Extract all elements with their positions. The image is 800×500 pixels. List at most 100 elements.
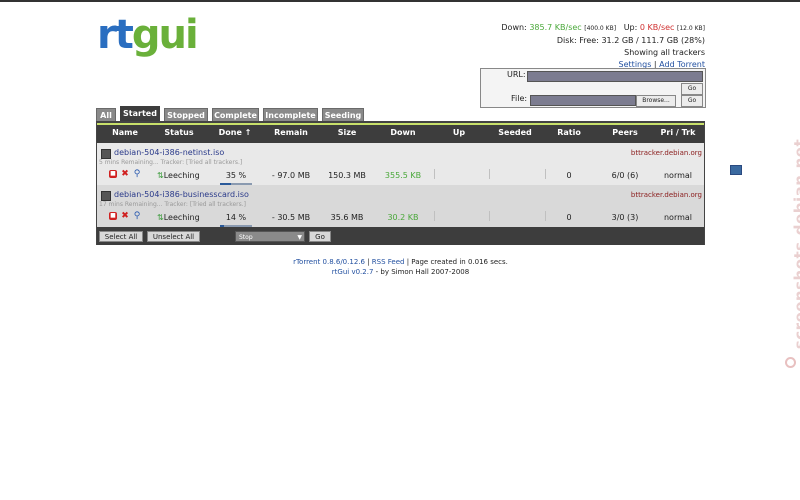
priority-cell[interactable]: normal [653,213,703,222]
status-text: Leeching [163,213,200,222]
speed-line: Down: 385.7 KB/sec [400.0 KB] Up: 0 KB/s… [501,22,705,35]
transfer-stats: Down: 385.7 KB/sec [400.0 KB] Up: 0 KB/s… [501,22,705,71]
remain-cell: - 30.5 MB [271,213,311,222]
add-torrent-panel: URL: Go File: Browse... Go [480,68,706,108]
col-name[interactable]: Name [103,128,147,137]
time-remaining: 5 mins Remaining... Tracker: [Tried all … [99,159,243,166]
browse-button[interactable]: Browse... [636,95,676,107]
col-seeded[interactable]: Seeded [493,128,537,137]
tracker-filter-status: Showing all trackers [624,48,705,57]
row-checkbox[interactable] [101,191,111,201]
cell-divider [545,169,546,179]
stop-icon[interactable]: ■ [109,170,117,178]
transfer-arrows-icon: ⇅ [157,171,164,180]
tab-complete[interactable]: Complete [212,108,259,122]
file-go-button[interactable]: Go [681,95,703,107]
stop-icon[interactable]: ■ [109,212,117,220]
url-label: URL: [507,70,526,79]
up-speed: 0 KB/sec [639,23,675,32]
up-label: Up: [623,23,638,32]
url-go-button[interactable]: Go [681,83,703,95]
delete-icon[interactable]: ✖ [121,212,129,221]
down-cell: 30.2 KB [387,213,419,222]
disk-usage: Disk: Free: 31.2 GB / 111.7 GB (28%) [556,36,705,45]
size-cell: 150.3 MB [328,171,366,180]
tab-seeding[interactable]: Seeding [322,108,364,122]
page-created-text: | Page created in 0.016 secs. [406,258,508,266]
details-icon[interactable]: ⚲ [133,212,141,221]
unselect-all-button[interactable]: Unselect All [147,231,200,242]
col-done[interactable]: Done ↑ [213,128,257,137]
rtgui-version-link[interactable]: rtGui v0.2.7 [332,268,374,276]
logo-part-rt: rt [97,12,134,58]
select-all-button[interactable]: Select All [99,231,143,242]
tab-all[interactable]: All [96,108,116,122]
tracker-link[interactable]: bttracker.debian.org [631,149,702,157]
up-limit[interactable]: [12.0 KB] [677,25,705,32]
file-input[interactable] [530,95,636,106]
col-up[interactable]: Up [437,128,481,137]
cell-divider [489,211,490,221]
tab-started[interactable]: Started [120,106,160,122]
status-text: Leeching [163,171,200,180]
ratio-cell: 0 [566,213,572,222]
col-ratio[interactable]: Ratio [547,128,591,137]
col-status[interactable]: Status [157,128,201,137]
bulk-action-bar: Select All Unselect All Stop ▼ Go [97,227,704,245]
delete-icon[interactable]: ✖ [121,170,129,179]
cell-divider [489,169,490,179]
table-header: Name Status Done ↑ Remain Size Down Up S… [97,123,704,143]
remain-cell: - 97.0 MB [271,171,311,180]
rtgui-logo[interactable]: rtgui [97,12,199,58]
ratio-cell: 0 [566,171,572,180]
bulk-go-button[interactable]: Go [309,231,331,242]
watermark-logo-icon [785,357,796,368]
priority-cell[interactable]: normal [653,171,703,180]
rss-feed-link[interactable]: RSS Feed [372,258,405,266]
down-speed: 385.7 KB/sec [529,23,582,32]
down-cell: 355.5 KB [384,171,422,180]
page-footer: rTorrent 0.8.6/0.12.6 | RSS Feed | Page … [96,257,705,277]
rtorrent-link[interactable]: rTorrent 0.8.6/0.12.6 [293,258,365,266]
status-cell: ⇅Leeching [157,213,200,222]
watermark: screenshots.debian.net [785,120,800,370]
col-size[interactable]: Size [325,128,369,137]
peers-cell: 6/0 (6) [611,171,639,180]
details-icon[interactable]: ⚲ [133,170,141,179]
author-text: - by Simon Hall 2007-2008 [375,268,470,276]
status-cell: ⇅Leeching [157,171,200,180]
top-border [0,0,800,2]
down-limit[interactable]: [400.0 KB] [584,25,616,32]
footer-separator: | [367,258,370,266]
bulk-action-select[interactable]: Stop ▼ [235,231,305,242]
time-remaining: 17 mins Remaining... Tracker: [Tried all… [99,201,247,208]
bulk-action-value: Stop [239,234,253,241]
cell-divider [434,169,435,179]
size-cell: 35.6 MB [330,213,364,222]
col-pri-trk[interactable]: Pri / Trk [653,128,703,137]
chevron-down-icon: ▼ [297,234,302,241]
down-label: Down: [501,23,527,32]
url-input[interactable] [527,71,703,82]
file-label: File: [511,94,528,103]
table-row: debian-504-i386-netinst.iso bttracker.de… [97,143,704,186]
cell-divider [545,211,546,221]
transfer-arrows-icon: ⇅ [157,213,164,222]
done-percent: 14 % [225,213,247,222]
row-checkbox[interactable] [101,149,111,159]
watermark-text: screenshots.debian.net [791,138,800,350]
torrent-name-link[interactable]: debian-504-i386-businesscard.iso [114,190,249,199]
peers-cell: 3/0 (3) [611,213,639,222]
table-row: debian-504-i386-businesscard.iso bttrack… [97,185,704,228]
tracker-link[interactable]: bttracker.debian.org [631,191,702,199]
col-down[interactable]: Down [381,128,425,137]
network-icon [730,165,742,175]
done-percent: 35 % [225,171,247,180]
tab-incomplete[interactable]: Incomplete [263,108,318,122]
torrent-name-link[interactable]: debian-504-i386-netinst.iso [114,148,224,157]
col-peers[interactable]: Peers [603,128,647,137]
tab-stopped[interactable]: Stopped [164,108,208,122]
cell-divider [434,211,435,221]
logo-part-gui: gui [131,12,199,58]
col-remain[interactable]: Remain [269,128,313,137]
